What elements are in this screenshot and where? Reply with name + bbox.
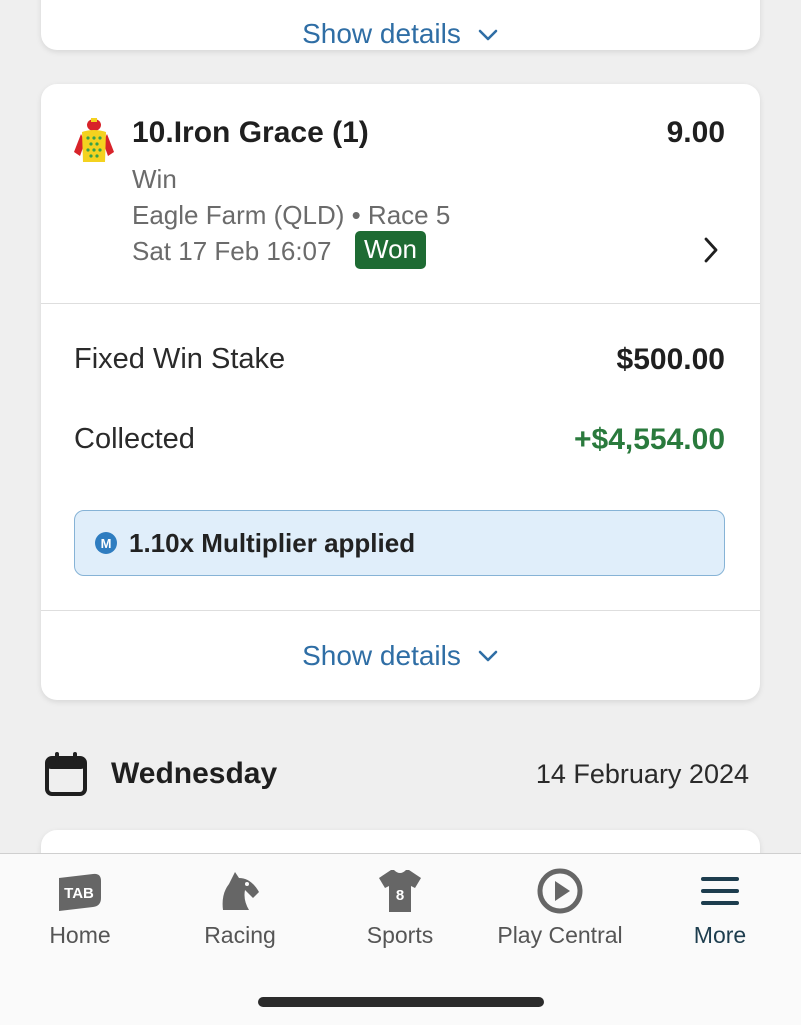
- nav-label-more: More: [693, 922, 747, 948]
- tab-logo-text: TAB: [64, 885, 94, 902]
- calendar-icon: [45, 752, 87, 796]
- chevron-down-icon: [478, 650, 498, 662]
- divider: [41, 303, 760, 304]
- nav-label-sports: Sports: [366, 922, 434, 948]
- day-name: Wednesday: [111, 757, 278, 790]
- status-badge: Won: [355, 231, 426, 269]
- nav-sports[interactable]: 8 Sports: [320, 866, 480, 949]
- nav-home[interactable]: TAB Home: [0, 866, 160, 949]
- race-time: Sat 17 Feb 16:07: [132, 236, 332, 266]
- jockey-silks-icon: [74, 118, 114, 162]
- bet-type: Win: [132, 164, 177, 194]
- stake-label: Fixed Win Stake: [74, 343, 286, 375]
- collected-value: +$4,554.00: [574, 423, 725, 456]
- chevron-down-icon: [478, 29, 498, 41]
- hamburger-menu-icon: [701, 877, 739, 905]
- show-details-label: Show details: [302, 640, 461, 671]
- nav-label-racing: Racing: [204, 922, 276, 948]
- show-details-button[interactable]: Show details: [41, 616, 760, 696]
- day-header: Wednesday 14 February 2024: [0, 745, 801, 805]
- multiplier-banner: M 1.10x Multiplier applied: [74, 510, 725, 576]
- show-details-label: Show details: [302, 18, 461, 49]
- horse-icon: [222, 872, 259, 910]
- jersey-number: 8: [396, 887, 404, 904]
- previous-bet-card: Show details: [41, 0, 760, 50]
- home-indicator[interactable]: [258, 997, 544, 1007]
- collected-label: Collected: [74, 423, 195, 455]
- runner-name: 10.Iron Grace (1): [132, 116, 369, 149]
- tab-logo-icon: TAB: [59, 873, 101, 911]
- chevron-right-icon[interactable]: [702, 236, 720, 264]
- nav-label-play-central: Play Central: [497, 922, 623, 948]
- race-venue: Eagle Farm (QLD) • Race 5: [132, 200, 451, 230]
- nav-play-central[interactable]: Play Central: [480, 866, 640, 949]
- bet-card: 10.Iron Grace (1) 9.00 Win Eagle Farm (Q…: [41, 84, 760, 700]
- nav-racing[interactable]: Racing: [160, 866, 320, 949]
- odds-value: 9.00: [666, 116, 725, 149]
- multiplier-text: 1.10x Multiplier applied: [129, 527, 416, 558]
- day-date: 14 February 2024: [535, 759, 749, 789]
- multiplier-icon: M: [95, 532, 117, 554]
- show-details-button[interactable]: Show details: [41, 0, 760, 49]
- bottom-navigation: TAB Home Racing 8 Sports Play Central Mo…: [0, 853, 801, 1025]
- nav-label-home: Home: [49, 922, 111, 948]
- play-icon: [537, 868, 583, 914]
- jersey-icon: 8: [379, 870, 421, 912]
- nav-more[interactable]: More: [640, 866, 800, 949]
- divider: [41, 610, 760, 611]
- stake-value: $500.00: [616, 343, 725, 376]
